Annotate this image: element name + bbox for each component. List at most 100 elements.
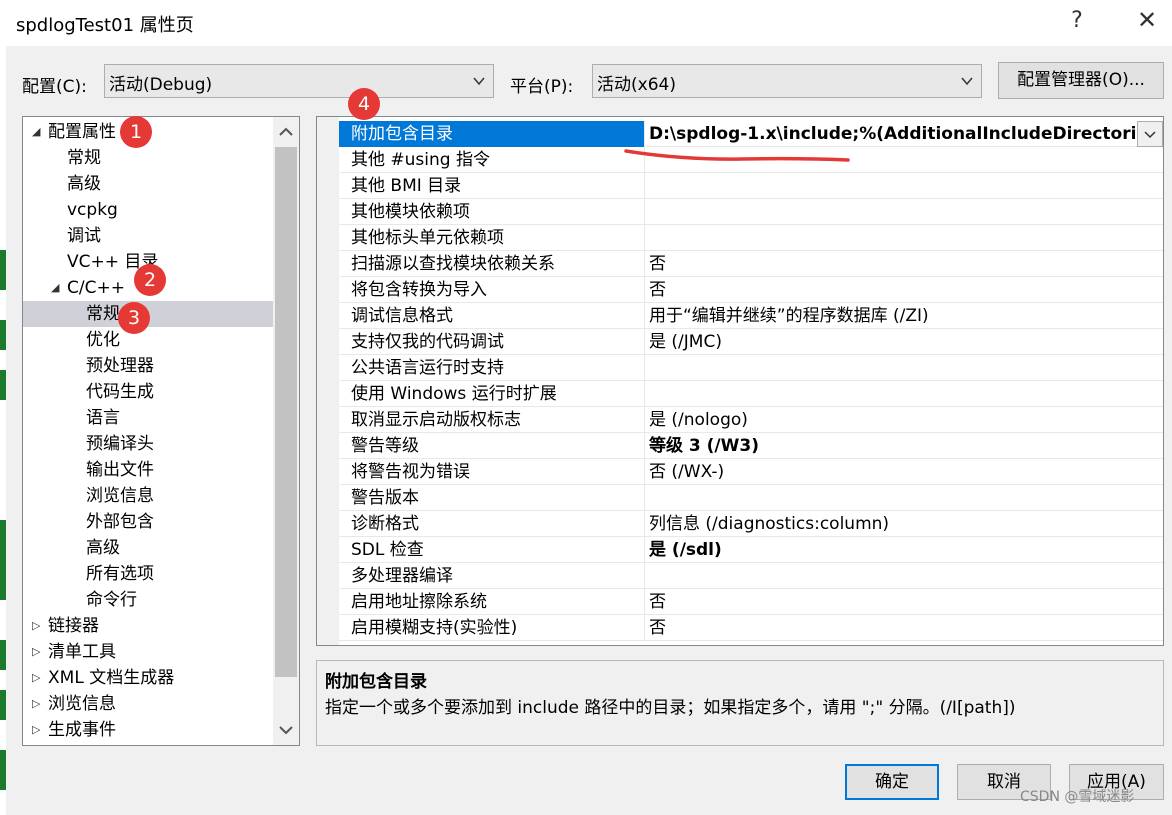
property-value[interactable]: 否 (645, 615, 1163, 641)
tree-item[interactable]: ▷ 生成事件 (23, 717, 273, 743)
property-value[interactable] (645, 199, 1163, 225)
property-value[interactable] (645, 225, 1163, 251)
tree-item[interactable]: ▷ 浏览信息 (23, 691, 273, 717)
tree-item[interactable]: 优化 (23, 327, 273, 353)
tree-item[interactable]: 预编译头 (23, 431, 273, 457)
property-value[interactable]: 否 (645, 277, 1163, 303)
tree-item[interactable]: 命令行 (23, 587, 273, 613)
property-name: 其他模块依赖项 (339, 199, 645, 225)
config-value: 活动(Debug) (109, 75, 213, 95)
tree-item-label: 浏览信息 (86, 486, 154, 506)
property-row[interactable]: 公共语言运行时支持 (339, 355, 1163, 381)
property-row[interactable]: 附加包含目录 D:\spdlog-1.x\include;%(Additional… (339, 121, 1163, 147)
tree-item[interactable]: 代码生成 (23, 379, 273, 405)
platform-combo[interactable]: 活动(x64) (592, 64, 982, 98)
platform-value: 活动(x64) (597, 75, 676, 95)
tree-item[interactable]: 语言 (23, 405, 273, 431)
tree-item-label: 预编译头 (86, 434, 154, 454)
tree-collapsed-icon[interactable]: ▷ (32, 691, 40, 717)
property-name: 其他标头单元依赖项 (339, 225, 645, 251)
tree-expanded-icon[interactable]: ◢ (32, 119, 40, 145)
property-value[interactable]: 否 (645, 251, 1163, 277)
property-value[interactable]: D:\spdlog-1.x\include;%(AdditionalInclud… (645, 121, 1137, 147)
tree-collapsed-icon[interactable]: ▷ (32, 613, 40, 639)
tree-item-label: 外部包含 (86, 512, 154, 532)
property-value[interactable] (645, 381, 1163, 407)
tree-collapsed-icon[interactable]: ▷ (32, 717, 40, 743)
property-row[interactable]: 启用地址擦除系统否 (339, 589, 1163, 615)
property-row[interactable]: 支持仅我的代码调试是 (/JMC) (339, 329, 1163, 355)
property-value[interactable]: 列信息 (/diagnostics:column) (645, 511, 1163, 537)
tree-item-label: 配置属性 (48, 122, 116, 142)
property-row[interactable]: 将警告视为错误否 (/WX-) (339, 459, 1163, 485)
config-combo[interactable]: 活动(Debug) (104, 64, 494, 98)
tree-item[interactable]: 调试 (23, 223, 273, 249)
scroll-up-icon[interactable] (273, 119, 299, 145)
tree-item[interactable]: 常规 (23, 145, 273, 171)
tree-collapsed-icon[interactable]: ▷ (32, 665, 40, 691)
tree-item[interactable]: 高级 (23, 171, 273, 197)
property-name: 将包含转换为导入 (339, 277, 645, 303)
tree-expanded-icon[interactable]: ◢ (51, 275, 59, 301)
ok-button[interactable]: 确定 (845, 764, 939, 800)
tree-scrollbar[interactable] (273, 117, 299, 745)
property-row[interactable]: 将包含转换为导入否 (339, 277, 1163, 303)
help-button[interactable]: ? (1062, 8, 1092, 33)
tree-item[interactable]: 浏览信息 (23, 483, 273, 509)
property-name: 将警告视为错误 (339, 459, 645, 485)
property-row[interactable]: 诊断格式 列信息 (/diagnostics:column) (339, 511, 1163, 537)
property-name: 附加包含目录 (339, 121, 645, 147)
tree-item[interactable]: 预处理器 (23, 353, 273, 379)
tree-item[interactable]: vcpkg (23, 197, 273, 223)
property-row[interactable]: 使用 Windows 运行时扩展 (339, 381, 1163, 407)
property-pages-dialog: spdlogTest01 属性页 ? ✕ 配置(C): 活动(Debug) 平台… (6, 0, 1172, 815)
close-button[interactable]: ✕ (1132, 6, 1162, 34)
tree-item[interactable]: 高级 (23, 535, 273, 561)
property-row[interactable]: 其他模块依赖项 (339, 199, 1163, 225)
property-value[interactable] (645, 355, 1163, 381)
property-row[interactable]: 启用模糊支持(实验性) 否 (339, 615, 1163, 641)
property-dropdown-button[interactable] (1137, 121, 1163, 147)
tree-item[interactable]: 外部包含 (23, 509, 273, 535)
tree-item[interactable]: ▷ 清单工具 (23, 639, 273, 665)
property-row[interactable]: SDL 检查是 (/sdl) (339, 537, 1163, 563)
tree-item[interactable]: 输出文件 (23, 457, 273, 483)
scroll-down-icon[interactable] (273, 717, 299, 743)
tree-item[interactable]: ▷ XML 文档生成器 (23, 665, 273, 691)
tree-item-label: 优化 (86, 330, 120, 350)
watermark: CSDN @雪域迷影 (1020, 789, 1135, 805)
property-value[interactable] (645, 563, 1163, 589)
tree-item-label: 命令行 (86, 590, 137, 610)
property-value[interactable]: 等级 3 (/W3) (645, 433, 1163, 459)
config-manager-button[interactable]: 配置管理器(O)... (998, 62, 1164, 99)
property-row[interactable]: 其他 BMI 目录 (339, 173, 1163, 199)
property-row[interactable]: 扫描源以查找模块依赖关系否 (339, 251, 1163, 277)
tree-item[interactable]: 所有选项 (23, 561, 273, 587)
property-row[interactable]: 多处理器编译 (339, 563, 1163, 589)
tree-item-label: 常规 (86, 304, 120, 324)
property-value[interactable]: 用于“编辑并继续”的程序数据库 (/ZI) (645, 303, 1163, 329)
property-row[interactable]: 警告等级 等级 3 (/W3) (339, 433, 1163, 459)
property-row[interactable]: 其他标头单元依赖项 (339, 225, 1163, 251)
property-value[interactable]: 是 (/nologo) (645, 407, 1163, 433)
property-value[interactable]: 是 (/sdl) (645, 537, 1163, 563)
property-value[interactable]: 否 (645, 589, 1163, 615)
property-value[interactable] (645, 173, 1163, 199)
property-name: 启用地址擦除系统 (339, 589, 645, 615)
property-name: 扫描源以查找模块依赖关系 (339, 251, 645, 277)
tree-scroll-thumb[interactable] (275, 147, 297, 677)
description-text: 指定一个或多个要添加到 include 路径中的目录；如果指定多个，请用 ";"… (325, 698, 1016, 718)
property-row[interactable]: 调试信息格式 用于“编辑并继续”的程序数据库 (/ZI) (339, 303, 1163, 329)
property-name: 支持仅我的代码调试 (339, 329, 645, 355)
property-value[interactable] (645, 485, 1163, 511)
tree-collapsed-icon[interactable]: ▷ (32, 639, 40, 665)
property-row[interactable]: 取消显示启动版权标志是 (/nologo) (339, 407, 1163, 433)
property-value[interactable]: 是 (/JMC) (645, 329, 1163, 355)
tree-item-label: 浏览信息 (48, 694, 116, 714)
tree-item[interactable]: ▷ 链接器 (23, 613, 273, 639)
description-title: 附加包含目录 (325, 672, 427, 692)
property-grid: 附加包含目录 D:\spdlog-1.x\include;%(Additional… (316, 116, 1164, 646)
property-row[interactable]: 警告版本 (339, 485, 1163, 511)
tree-item-label: 高级 (67, 174, 101, 194)
property-value[interactable]: 否 (/WX-) (645, 459, 1163, 485)
